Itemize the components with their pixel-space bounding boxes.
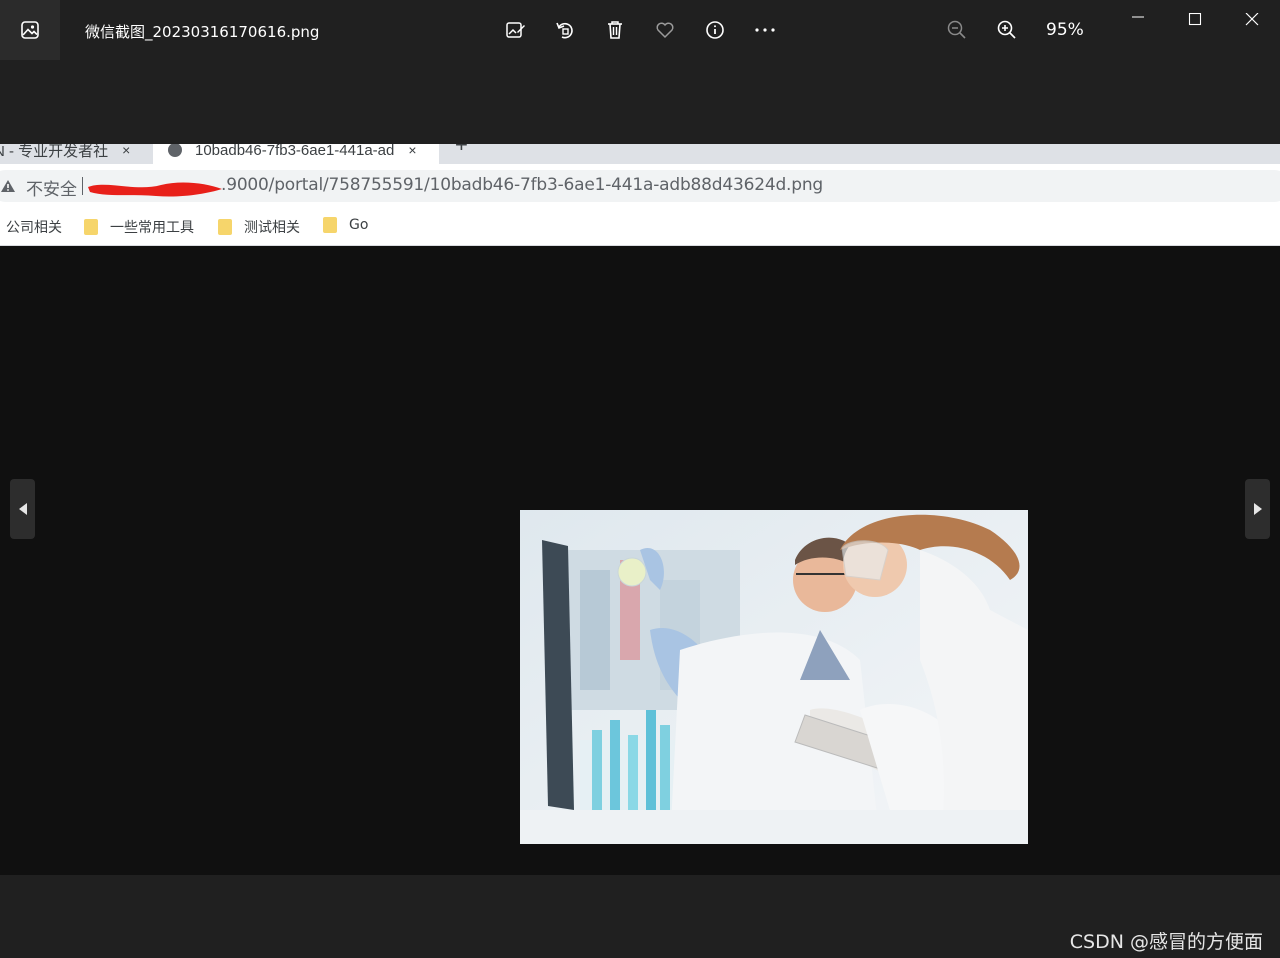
bookmark-label: 一些常用工具 <box>110 220 194 236</box>
info-icon <box>706 21 724 39</box>
zoom-in-icon <box>997 20 1016 39</box>
security-status[interactable]: 不安全 <box>26 175 77 200</box>
photos-app-icon <box>21 21 39 39</box>
zoom-controls: 95% <box>932 10 1084 50</box>
more-options-button[interactable] <box>740 10 790 50</box>
browser-tab-strip: N - 专业开发者社 × 10badb46-7fb3-6ae1-441a-ad … <box>0 144 1280 164</box>
folder-icon <box>323 217 337 233</box>
info-button[interactable] <box>690 10 740 50</box>
favorite-button[interactable] <box>640 10 690 50</box>
chevron-left-icon <box>18 503 27 515</box>
app-icon <box>0 0 60 60</box>
image-toolbar <box>490 10 790 50</box>
url-separator <box>82 177 83 195</box>
url-text: .9000/portal/758755591/10badb46-7fb3-6ae… <box>221 175 824 195</box>
maximize-button[interactable] <box>1166 0 1223 40</box>
tab-close-icon[interactable]: × <box>408 144 416 158</box>
zoom-out-icon <box>947 20 966 39</box>
chevron-right-icon <box>1253 503 1262 515</box>
bookmark-label: Go <box>349 217 369 233</box>
bookmark-testing[interactable]: 测试相关 <box>218 217 300 237</box>
zoom-in-button[interactable] <box>982 10 1032 50</box>
rotate-button[interactable] <box>540 10 590 50</box>
tab-label: N - 专业开发者社 <box>0 144 109 160</box>
zoom-out-button[interactable] <box>932 10 982 50</box>
file-name-title: 微信截图_20230316170616.png <box>85 23 320 41</box>
minimize-button[interactable] <box>1109 0 1166 40</box>
globe-icon <box>168 144 182 157</box>
bookmark-company[interactable]: 公司相关 <box>6 217 62 237</box>
minimize-icon <box>1131 16 1144 18</box>
lab-scientists-photo <box>520 510 1028 844</box>
browser-tab-csdn[interactable]: N - 专业开发者社 × <box>0 144 150 164</box>
rotate-icon <box>556 22 573 39</box>
bookmark-label: 测试相关 <box>244 220 300 236</box>
title-bar: 微信截图_20230316170616.png 95% <box>0 0 1280 60</box>
url-field[interactable]: 不安全 .9000/portal/758755591/10badb46-7fb3… <box>0 170 1280 202</box>
folder-icon <box>218 219 232 235</box>
delete-icon <box>608 21 622 39</box>
browser-tab-active[interactable]: 10badb46-7fb3-6ae1-441a-ad × <box>153 144 439 164</box>
csdn-watermark: CSDN @感冒的方便面 <box>1069 931 1263 953</box>
bookmark-tools[interactable]: 一些常用工具 <box>84 217 194 237</box>
folder-icon <box>84 219 98 235</box>
tab-close-icon[interactable]: × <box>122 144 130 158</box>
address-bar: 不安全 .9000/portal/758755591/10badb46-7fb3… <box>0 164 1280 208</box>
favorite-heart-icon <box>656 22 674 39</box>
warning-icon <box>1 180 15 192</box>
window-controls <box>1109 0 1280 40</box>
browser-image-viewer <box>0 246 1280 875</box>
edit-image-icon <box>506 22 525 38</box>
bookmark-go[interactable]: Go <box>323 217 368 233</box>
delete-button[interactable] <box>590 10 640 50</box>
previous-image-button[interactable] <box>10 479 35 539</box>
bookmark-label: 公司相关 <box>6 220 62 236</box>
more-icon <box>755 28 775 32</box>
zoom-level[interactable]: 95% <box>1046 20 1084 40</box>
redaction-mark <box>88 182 222 197</box>
tab-label: 10badb46-7fb3-6ae1-441a-ad <box>195 144 395 159</box>
new-tab-icon[interactable]: + <box>455 144 468 158</box>
edit-image-button[interactable] <box>490 10 540 50</box>
close-icon <box>1245 13 1258 26</box>
bookmarks-bar: 公司相关 一些常用工具 测试相关 Go <box>0 208 1280 246</box>
displayed-image: N - 专业开发者社 × 10badb46-7fb3-6ae1-441a-ad … <box>0 144 1280 875</box>
next-image-button[interactable] <box>1245 479 1270 539</box>
photo-illustration <box>520 510 1028 844</box>
close-button[interactable] <box>1223 0 1280 40</box>
maximize-icon <box>1188 13 1201 26</box>
